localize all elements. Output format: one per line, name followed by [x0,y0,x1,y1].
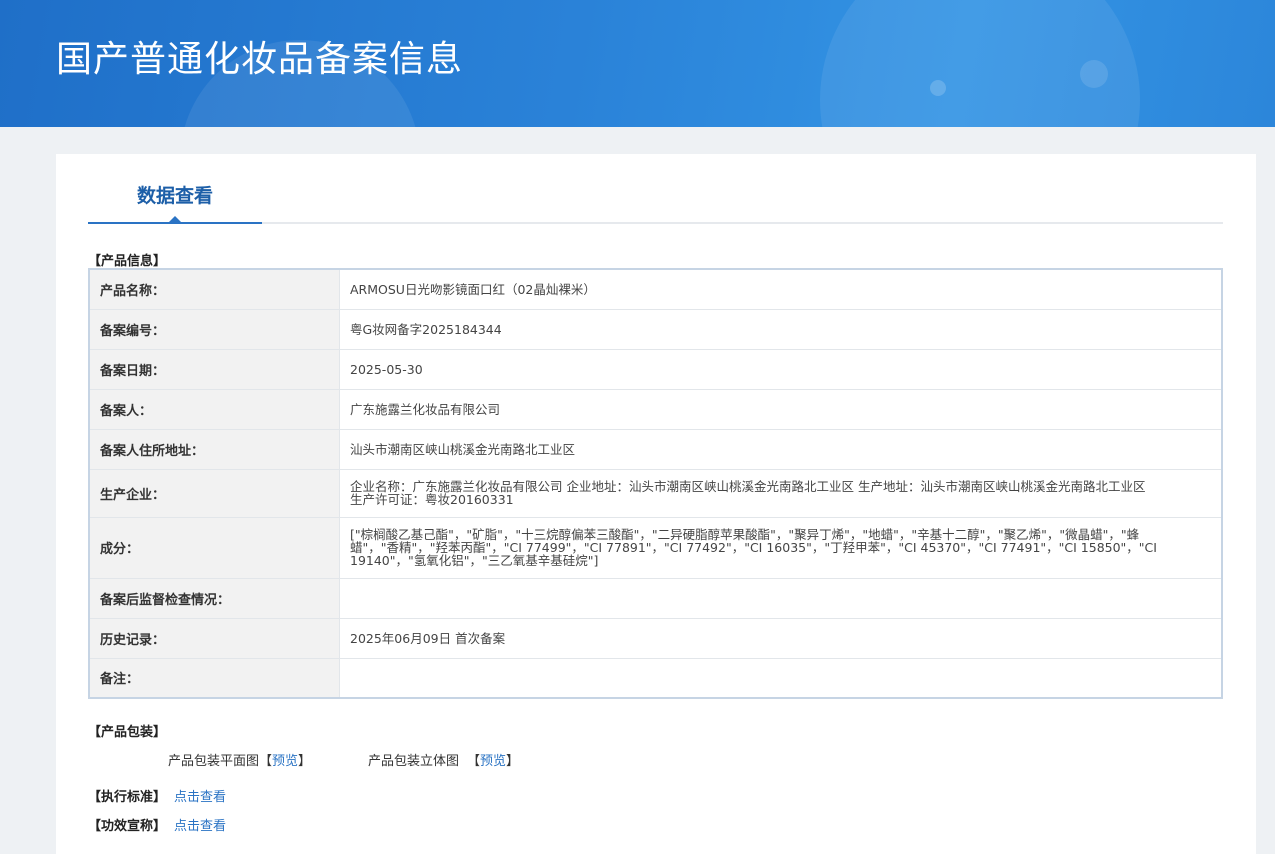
row-label: 备案人： [89,389,340,430]
bracket-open: 【 [467,754,481,769]
row-value: 广东施露兰化妆品有限公司 [339,389,1222,430]
row-value: 企业名称：广东施露兰化妆品有限公司 企业地址：汕头市潮南区峡山桃溪金光南路北工业… [339,469,1222,518]
table-row: 成分： ["棕榈酸乙基己酯"，"矿脂"，"十三烷醇偏苯三酸酯"，"二异硬脂醇苹果… [89,517,1222,579]
row-value: 2025-05-30 [339,349,1222,390]
section-title-efficacy: 【功效宣称】 [88,819,167,834]
row-value [340,658,1223,698]
section-title-standard: 【执行标准】 [88,790,167,805]
table-row: 产品名称： ARMOSU日光吻影镜面口红（02晶灿裸米） [89,269,1222,310]
efficacy-view-link[interactable]: 点击查看 [174,819,226,834]
packaging-solid-item: 产品包装立体图 【预览】 [368,750,519,769]
table-row: 备案人： 广东施露兰化妆品有限公司 [89,389,1222,430]
row-label: 备案人住所地址： [89,429,340,470]
table-row: 历史记录： 2025年06月09日 首次备案 [89,618,1222,659]
efficacy-row: 【功效宣称】 点击查看 [88,815,226,834]
table-row: 备案编号： 粤G妆网备字2025184344 [89,309,1222,350]
bracket-close: 】 [506,754,520,769]
solid-preview-link[interactable]: 预览 [480,754,506,769]
row-label: 备案日期： [89,349,340,390]
tab-active-indicator [88,222,262,224]
row-label: 产品名称： [89,269,340,310]
row-value: 粤G妆网备字2025184344 [339,309,1222,350]
table-row: 备案日期： 2025-05-30 [89,349,1222,390]
caret-up-icon [169,216,181,222]
header-banner: 国产普通化妆品备案信息 [0,0,1275,127]
table-row: 备案人住所地址： 汕头市潮南区峡山桃溪金光南路北工业区 [89,429,1222,470]
row-value [339,578,1222,619]
packaging-flat-item: 产品包装平面图【预览】 [168,750,311,769]
product-info-table: 产品名称： ARMOSU日光吻影镜面口红（02晶灿裸米） 备案编号： 粤G妆网备… [88,268,1223,699]
standard-row: 【执行标准】 点击查看 [88,786,226,805]
row-value: 汕头市潮南区峡山桃溪金光南路北工业区 [339,429,1222,470]
banner-decoration [930,80,946,96]
bracket-close: 】 [298,754,312,769]
packaging-solid-label: 产品包装立体图 [368,754,460,769]
row-label: 历史记录： [89,618,340,659]
tab-data-view[interactable]: 数据查看 [88,154,262,224]
bracket-open: 【 [259,754,273,769]
flat-preview-link[interactable]: 预览 [272,754,298,769]
packaging-flat-label: 产品包装平面图 [168,754,260,769]
table-row: 备案后监督检查情况： [89,578,1222,619]
row-value: ["棕榈酸乙基己酯"，"矿脂"，"十三烷醇偏苯三酸酯"，"二异硬脂醇苹果酸酯"，… [339,517,1222,579]
table-row: 生产企业： 企业名称：广东施露兰化妆品有限公司 企业地址：汕头市潮南区峡山桃溪金… [89,469,1222,518]
section-title-packaging: 【产品包装】 [88,725,167,740]
page-title: 国产普通化妆品备案信息 [56,39,464,80]
row-value: ARMOSU日光吻影镜面口红（02晶灿裸米） [339,269,1222,310]
standard-view-link[interactable]: 点击查看 [174,790,226,805]
tab-bar: 数据查看 [88,154,1223,224]
row-label: 备案后监督检查情况： [89,578,340,619]
section-title-product-info: 【产品信息】 [88,254,167,269]
row-label: 备案编号： [89,309,340,350]
row-label: 生产企业： [89,469,340,518]
content-panel: 数据查看 【产品信息】 产品名称： ARMOSU日光吻影镜面口红（02晶灿裸米）… [56,154,1256,854]
tab-label: 数据查看 [136,185,213,207]
row-value: 2025年06月09日 首次备案 [339,618,1222,659]
banner-decoration [1080,60,1108,88]
table-row: 备注： [89,658,1222,698]
row-label: 备注： [89,658,340,698]
row-label: 成分： [89,517,340,579]
